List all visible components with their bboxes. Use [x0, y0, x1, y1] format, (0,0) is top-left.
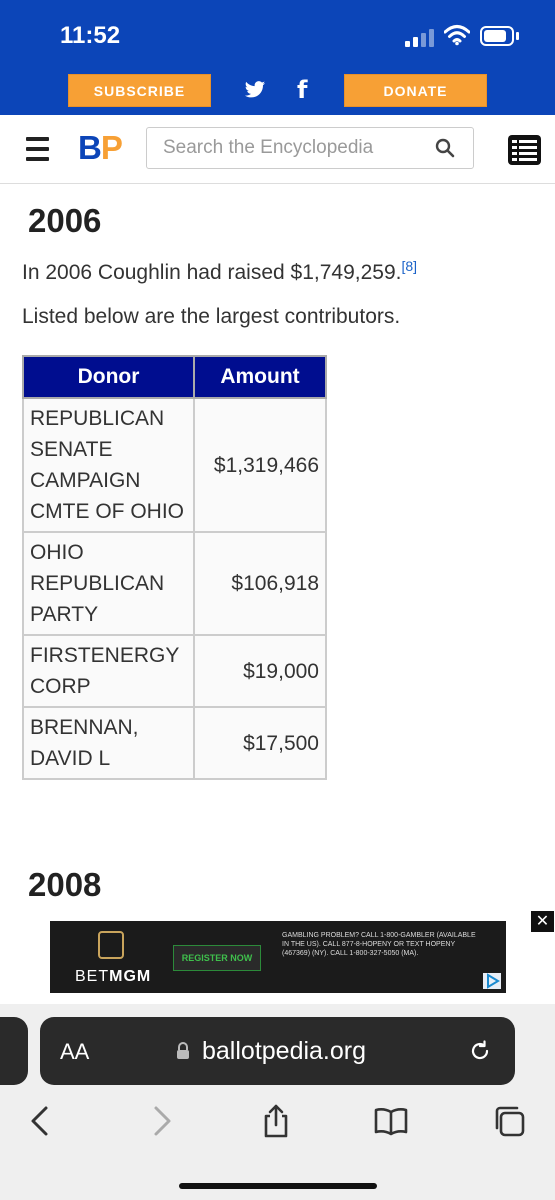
donor-cell: BRENNAN, DAVID L — [22, 706, 195, 780]
search-icon[interactable] — [435, 138, 455, 158]
battery-icon — [480, 26, 514, 46]
ad-close-button[interactable]: ✕ — [531, 911, 554, 932]
facebook-icon[interactable]: f — [297, 76, 307, 104]
lion-logo-icon — [98, 931, 124, 959]
lock-icon — [177, 1042, 189, 1059]
ad-disclaimer: GAMBLING PROBLEM? CALL 1-800-GAMBLER (AV… — [282, 932, 476, 957]
ad-brand: BETMGM — [75, 968, 151, 986]
donor-cell: REPUBLICAN SENATE CAMPAIGN CMTE OF OHIO — [22, 397, 195, 533]
ballotpedia-logo[interactable]: BP — [78, 129, 123, 167]
table-row: OHIO REPUBLICAN PARTY $106,918 — [22, 531, 327, 636]
listed-paragraph: Listed below are the largest contributor… — [22, 305, 401, 328]
previous-tab-preview[interactable] — [0, 1017, 28, 1085]
twitter-icon[interactable] — [244, 80, 266, 100]
table-row: FIRSTENERGY CORP $19,000 — [22, 634, 327, 708]
amount-cell: $17,500 — [193, 706, 327, 780]
logo-b: B — [78, 129, 102, 166]
list-menu-icon[interactable] — [508, 135, 541, 165]
search-box[interactable] — [146, 127, 474, 169]
back-icon[interactable] — [24, 1104, 58, 1138]
browser-bottom-bar: AA ballotpedia.org — [0, 1004, 555, 1200]
amount-cell: $19,000 — [193, 634, 327, 708]
home-indicator — [179, 1183, 377, 1189]
address-bar[interactable]: AA ballotpedia.org — [40, 1017, 515, 1085]
adchoices-icon[interactable] — [483, 973, 501, 989]
amount-column-header: Amount — [193, 355, 327, 399]
reload-icon[interactable] — [468, 1039, 492, 1063]
donor-cell: FIRSTENERGY CORP — [22, 634, 195, 708]
donor-column-header: Donor — [22, 355, 195, 399]
cellular-signal-icon — [405, 27, 435, 47]
wifi-icon — [444, 25, 470, 46]
subscribe-button[interactable]: SUBSCRIBE — [68, 74, 211, 107]
section-heading-2006: 2006 — [28, 202, 102, 239]
forward-icon[interactable] — [144, 1104, 178, 1138]
status-time: 11:52 — [60, 22, 121, 49]
contributors-table: Donor Amount REPUBLICAN SENATE CAMPAIGN … — [22, 355, 327, 780]
site-header: 11:52 SUBSCRIBE f DONATE — [0, 0, 555, 115]
amount-cell: $1,319,466 — [193, 397, 327, 533]
ad-brand-bold: MGM — [109, 968, 152, 985]
reader-settings-button[interactable]: AA — [60, 1039, 89, 1065]
section-heading-2008: 2008 — [28, 866, 102, 903]
table-row: REPUBLICAN SENATE CAMPAIGN CMTE OF OHIO … — [22, 397, 327, 533]
advertisement-banner[interactable]: BETMGM REGISTER NOW GAMBLING PROBLEM? CA… — [50, 921, 506, 993]
raised-text: In 2006 Coughlin had raised $1,749,259. — [22, 261, 402, 284]
ad-register-button[interactable]: REGISTER NOW — [173, 945, 261, 971]
amount-cell: $106,918 — [193, 531, 327, 636]
raised-paragraph: In 2006 Coughlin had raised $1,749,259.[… — [22, 258, 417, 285]
tabs-icon[interactable] — [492, 1104, 526, 1138]
search-input[interactable] — [147, 128, 427, 168]
navbar: BP — [0, 115, 555, 184]
table-row: BRENNAN, DAVID L $17,500 — [22, 706, 327, 780]
url-text[interactable]: ballotpedia.org — [202, 1037, 366, 1066]
battery-tip — [516, 32, 519, 40]
logo-p: P — [100, 129, 123, 166]
share-icon[interactable] — [259, 1104, 293, 1138]
donate-button[interactable]: DONATE — [344, 74, 487, 107]
hamburger-menu-icon[interactable] — [26, 137, 49, 161]
bookmarks-icon[interactable] — [374, 1104, 408, 1138]
ad-brand-light: BET — [75, 968, 110, 985]
footnote-link[interactable]: [8] — [401, 258, 417, 274]
donor-cell: OHIO REPUBLICAN PARTY — [22, 531, 195, 636]
